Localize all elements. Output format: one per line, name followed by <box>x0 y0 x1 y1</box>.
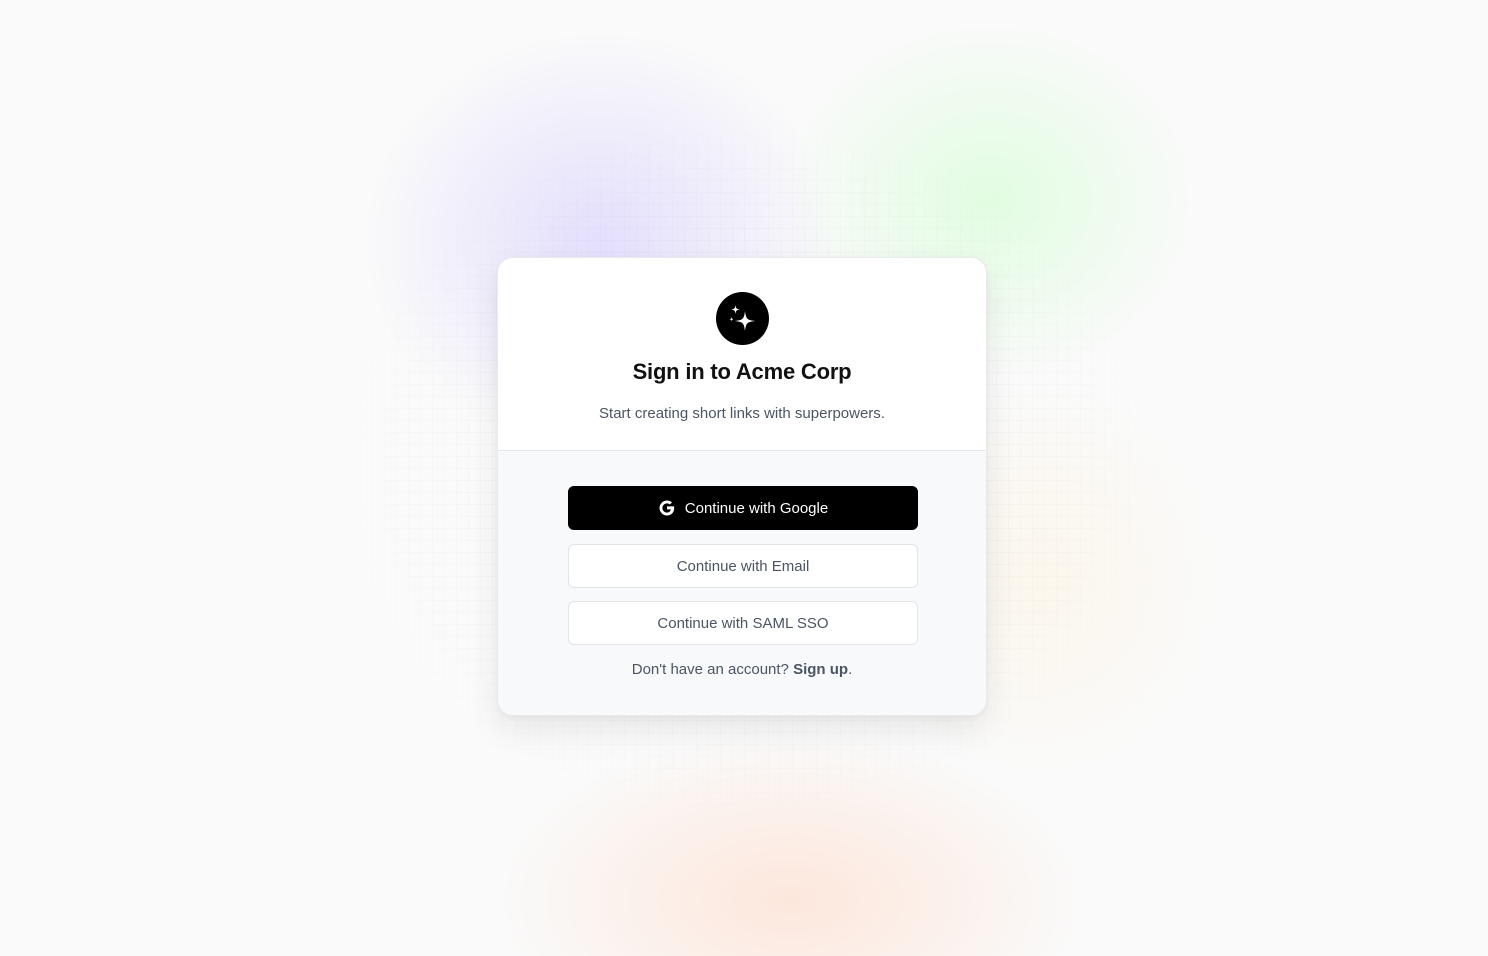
continue-with-google-button[interactable]: Continue with Google <box>568 486 918 530</box>
page-title: Sign in to Acme Corp <box>632 359 852 384</box>
continue-with-email-label: Continue with Email <box>676 557 810 575</box>
google-icon <box>658 499 676 517</box>
signup-prompt: Don't have an account? Sign up. <box>498 661 986 678</box>
signup-prompt-text: Don't have an account? <box>631 661 789 678</box>
login-card-header: Sign in to Acme Corp Start creating shor… <box>498 258 986 451</box>
signup-suffix: . <box>848 661 853 678</box>
continue-with-saml-sso-label: Continue with SAML SSO <box>657 614 829 632</box>
continue-with-saml-sso-button[interactable]: Continue with SAML SSO <box>568 601 918 645</box>
sign-up-link[interactable]: Sign up <box>793 661 848 678</box>
sparkles-icon <box>716 292 769 345</box>
login-card-body: Continue with Google Continue with Email… <box>498 451 986 715</box>
login-card: Sign in to Acme Corp Start creating shor… <box>497 257 987 716</box>
page-subtitle: Start creating short links with superpow… <box>599 405 885 422</box>
continue-with-email-button[interactable]: Continue with Email <box>568 544 918 588</box>
continue-with-google-label: Continue with Google <box>684 499 829 517</box>
